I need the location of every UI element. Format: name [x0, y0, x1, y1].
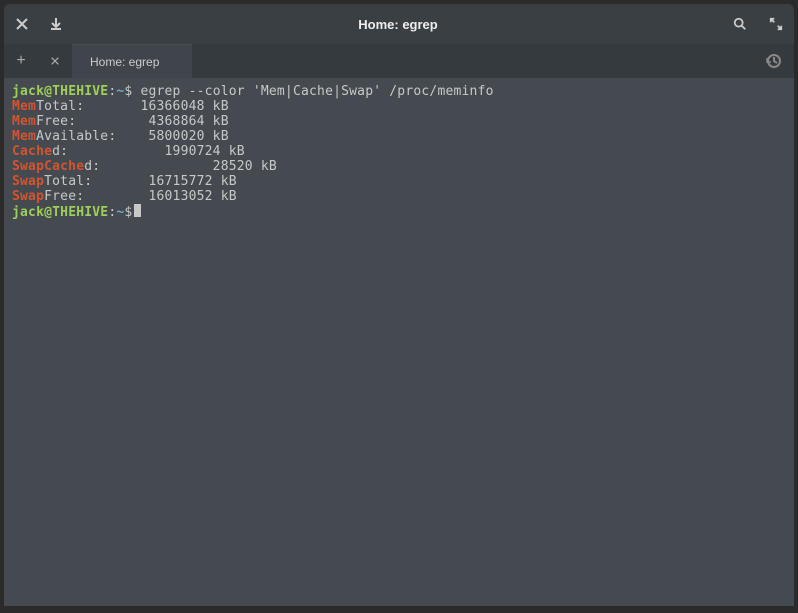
fullscreen-icon[interactable] [766, 14, 786, 34]
close-tab-button[interactable] [38, 44, 72, 78]
download-icon[interactable] [46, 14, 66, 34]
command-text: egrep --color 'Mem|Cache|Swap' /proc/mem… [140, 84, 493, 99]
output-line: SwapTotal: 16715772 kB [12, 174, 786, 189]
output-line: MemAvailable: 5800020 kB [12, 129, 786, 144]
window-titlebar: Home: egrep [4, 4, 794, 44]
tab-home-egrep[interactable]: Home: egrep [72, 44, 192, 78]
search-icon[interactable] [730, 14, 750, 34]
cursor [134, 204, 141, 217]
close-window-icon[interactable] [12, 14, 32, 34]
prompt-host: THEHIVE [52, 84, 108, 99]
output-line: Cached: 1990724 kB [12, 144, 786, 159]
prompt-line: jack@THEHIVE:~$ [12, 204, 786, 220]
prompt-user: jack [12, 84, 44, 99]
history-icon[interactable] [754, 44, 794, 78]
terminal-body[interactable]: jack@THEHIVE:~$ egrep --color 'Mem|Cache… [4, 78, 794, 606]
output-line: SwapCached: 28520 kB [12, 159, 786, 174]
output-line: SwapFree: 16013052 kB [12, 189, 786, 204]
tab-label: Home: egrep [90, 55, 159, 69]
output-line: MemFree: 4368864 kB [12, 114, 786, 129]
titlebar-left [12, 14, 66, 34]
prompt-line: jack@THEHIVE:~$ egrep --color 'Mem|Cache… [12, 84, 786, 99]
new-tab-button[interactable]: + [4, 44, 38, 78]
titlebar-right [730, 14, 786, 34]
output-line: MemTotal: 16366048 kB [12, 99, 786, 114]
window-title: Home: egrep [358, 17, 437, 32]
tab-bar: + Home: egrep [4, 44, 794, 78]
